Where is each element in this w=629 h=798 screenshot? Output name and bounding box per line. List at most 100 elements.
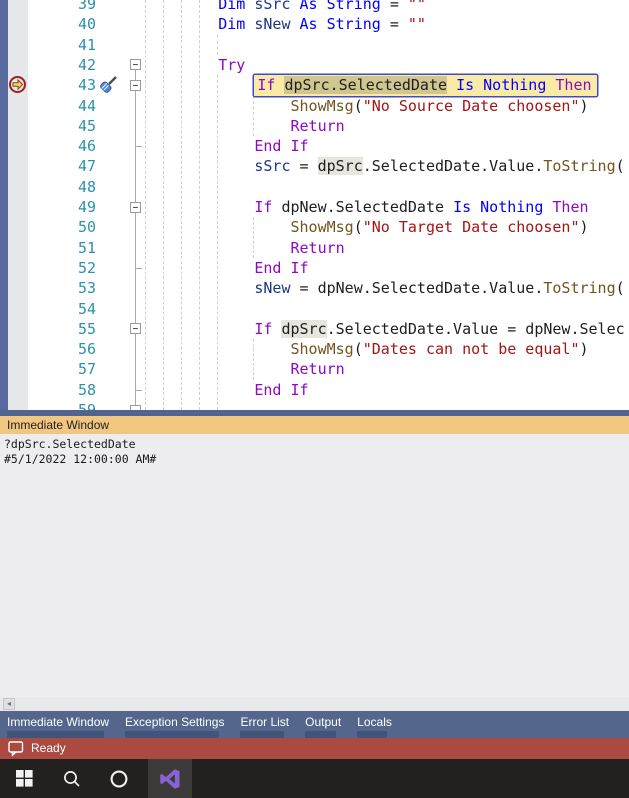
code-text: ShowMsg("Dates can not be equal")	[290, 340, 589, 359]
tab-error-list[interactable]: Error List	[240, 711, 289, 738]
tab-output[interactable]: Output	[305, 711, 341, 738]
code-line-50[interactable]: 50 ShowMsg("No Target Date choosen")	[0, 217, 629, 238]
tab-exception-settings[interactable]: Exception Settings	[125, 711, 224, 738]
code-text: If dpSrc.SelectedDate Is Nothing Then	[146, 75, 597, 97]
tab-underline	[125, 731, 220, 738]
cortana-icon[interactable]	[96, 759, 142, 798]
horizontal-scrollbar[interactable]: ◂	[0, 697, 629, 711]
code-line-49[interactable]: 49 If dpNew.SelectedDate Is Nothing Then	[0, 197, 629, 218]
line-number[interactable]: 56	[28, 339, 96, 359]
line-number[interactable]: 50	[28, 217, 96, 237]
code-line-57[interactable]: 57 Return	[0, 359, 629, 380]
scroll-left-arrow-icon[interactable]: ◂	[3, 698, 15, 710]
current-statement-breakpoint-icon[interactable]	[9, 76, 26, 93]
search-icon[interactable]	[49, 759, 95, 798]
line-number[interactable]: 59	[28, 400, 96, 410]
code-line-54[interactable]: 54	[0, 299, 629, 320]
code-line-55[interactable]: 55 If dpSrc.SelectedDate.Value = dpNew.S…	[0, 319, 629, 340]
code-text: If dpNew.SelectedDate Is Nothing Then	[254, 198, 589, 216]
line-number[interactable]: 47	[28, 156, 96, 176]
status-bar: Ready	[0, 738, 629, 759]
code-text: End If	[254, 258, 309, 277]
line-number[interactable]: 58	[28, 380, 96, 400]
feedback-icon[interactable]	[8, 741, 25, 757]
tab-locals[interactable]: Locals	[357, 711, 392, 738]
code-text: Return	[290, 360, 345, 379]
code-line-41[interactable]: 41	[0, 35, 629, 56]
fold-collapse-icon[interactable]	[130, 79, 141, 91]
tab-underline	[240, 731, 285, 738]
fold-collapse-icon[interactable]	[130, 201, 141, 213]
code-text: Return	[290, 116, 345, 135]
code-line-51[interactable]: 51 Return	[0, 238, 629, 259]
tab-label: Error List	[240, 715, 290, 729]
line-number[interactable]: 51	[28, 238, 96, 258]
code-text: Dim sSrc As String = ""	[218, 0, 426, 13]
tab-underline	[305, 731, 337, 738]
code-line-56[interactable]: 56 ShowMsg("Dates can not be equal")	[0, 339, 629, 360]
visual-studio-window: 39 Dim sSrc As String = "" 40 Dim sNew As…	[0, 0, 629, 798]
line-number[interactable]: 53	[28, 278, 96, 298]
tab-immediate-window[interactable]: Immediate Window	[7, 711, 109, 738]
code-line-58[interactable]: 58 End If	[0, 380, 629, 401]
status-ready-label: Ready	[31, 741, 66, 755]
code-line-48[interactable]: 48	[0, 177, 629, 198]
code-text: ShowMsg("No Target Date choosen")	[290, 218, 589, 237]
current-statement-highlight: If dpSrc.SelectedDate Is Nothing Then	[254, 75, 597, 97]
code-text: Dim sNew As String = ""	[218, 15, 426, 34]
code-text: If dpSrc.SelectedDate.Value = dpNew.Sele…	[254, 319, 625, 338]
code-text: ShowMsg("No Source Date choosen")	[290, 96, 589, 115]
code-line-44[interactable]: 44 ShowMsg("No Source Date choosen")	[0, 96, 629, 117]
code-line-46[interactable]: 46 End If	[0, 136, 629, 157]
line-number[interactable]: 39	[28, 0, 96, 14]
code-line-59[interactable]: 59	[0, 400, 629, 410]
code-line-47[interactable]: 47 sSrc = dpSrc.SelectedDate.Value.ToStr…	[0, 156, 629, 177]
tool-window-tabstrip: Immediate Window Exception Settings Error …	[0, 711, 629, 738]
code-line-42[interactable]: 42 Try	[0, 55, 629, 76]
immediate-window-titlebar[interactable]: Immediate Window	[0, 416, 629, 434]
screwdriver-icon	[99, 74, 119, 94]
tab-label: Locals	[357, 715, 392, 729]
code-line-40[interactable]: 40 Dim sNew As String = ""	[0, 14, 629, 35]
line-number[interactable]: 46	[28, 136, 96, 156]
line-number[interactable]: 57	[28, 359, 96, 379]
code-text: Try	[218, 55, 246, 74]
line-number[interactable]: 42	[28, 55, 96, 75]
tab-label: Exception Settings	[125, 715, 225, 729]
code-line-53[interactable]: 53 sNew = dpNew.SelectedDate.Value.ToStr…	[0, 278, 629, 299]
line-number[interactable]: 41	[28, 35, 96, 55]
fold-collapse-icon[interactable]	[130, 323, 141, 335]
tab-underline	[7, 731, 105, 738]
line-number[interactable]: 43	[28, 75, 96, 95]
line-number[interactable]: 49	[28, 197, 96, 217]
code-text: End If	[254, 137, 309, 156]
tab-underline	[357, 731, 387, 738]
code-text: Return	[290, 238, 345, 257]
code-text: sNew = dpNew.SelectedDate.Value.ToString…	[254, 279, 625, 298]
immediate-window-content[interactable]: ?dpSrc.SelectedDate #5/1/2022 12:00:00 A…	[0, 434, 629, 697]
line-number[interactable]: 45	[28, 116, 96, 136]
visual-studio-icon[interactable]	[148, 759, 192, 798]
immediate-window-text: ?dpSrc.SelectedDate #5/1/2022 12:00:00 A…	[4, 437, 157, 466]
code-line-39[interactable]: 39 Dim sSrc As String = ""	[0, 0, 629, 15]
tab-label: Immediate Window	[7, 715, 110, 729]
line-number[interactable]: 55	[28, 319, 96, 339]
line-number[interactable]: 52	[28, 258, 96, 278]
windows-taskbar	[0, 759, 629, 798]
execution-arrow-icon	[12, 78, 24, 91]
code-line-45[interactable]: 45 Return	[0, 116, 629, 137]
fold-collapse-icon[interactable]	[130, 404, 141, 410]
line-number[interactable]: 40	[28, 14, 96, 34]
windows-start-icon[interactable]	[1, 759, 47, 798]
tab-label: Output	[305, 715, 342, 729]
fold-collapse-icon[interactable]	[130, 59, 141, 71]
line-number[interactable]: 44	[28, 96, 96, 116]
code-text: End If	[254, 380, 309, 399]
code-editor[interactable]: 39 Dim sSrc As String = "" 40 Dim sNew As…	[0, 0, 629, 410]
line-number[interactable]: 48	[28, 177, 96, 197]
immediate-window-title: Immediate Window	[7, 418, 110, 432]
code-line-52[interactable]: 52 End If	[0, 258, 629, 279]
code-text: sSrc = dpSrc.SelectedDate.Value.ToString…	[254, 157, 625, 176]
code-line-43[interactable]: 43 If dpSrc.SelectedDate Is Nothing Then	[0, 75, 629, 97]
line-number[interactable]: 54	[28, 299, 96, 319]
